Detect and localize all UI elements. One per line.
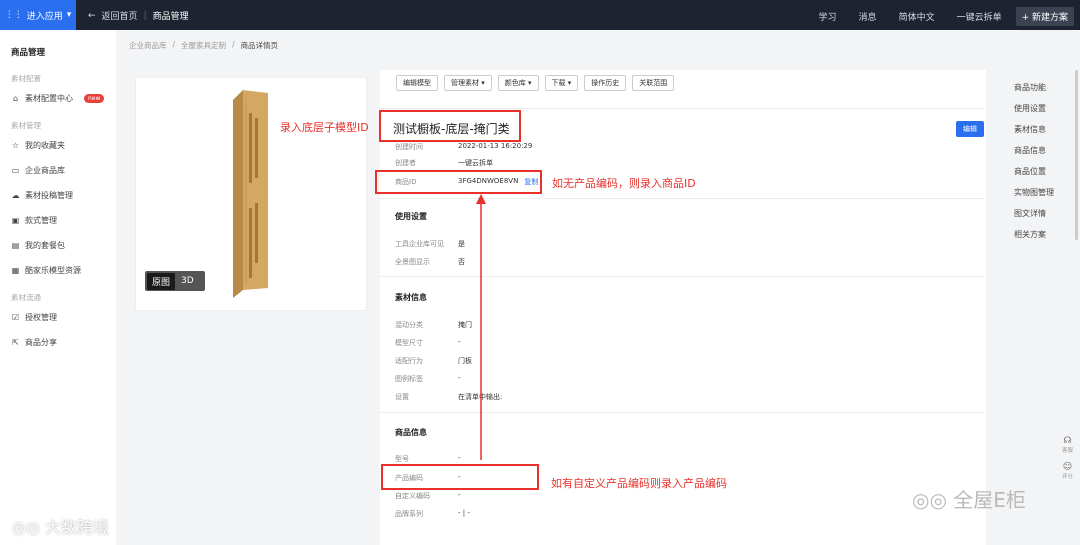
divider	[380, 412, 984, 413]
divider	[380, 108, 984, 109]
wechat-logo-icon: ◎◎	[912, 488, 947, 512]
breadcrumb-current: 商品详情页	[240, 41, 279, 50]
scrollbar[interactable]	[1075, 70, 1078, 240]
style-icon: ▣	[11, 216, 20, 225]
setting-row: 设置 在清单中输出:	[395, 393, 503, 401]
separator: |	[143, 10, 147, 21]
breadcrumb-item[interactable]: 企业商品库	[129, 40, 167, 51]
sidebar-item-submissions[interactable]: ☁ 素材投稿管理	[11, 190, 74, 201]
anchor-usage[interactable]: 使用设置	[1014, 103, 1054, 124]
annotation-box-id	[375, 170, 542, 194]
anchor-nav: 商品功能 使用设置 素材信息 商品信息 商品位置 实物图管理 图文详情 相关方案	[1014, 82, 1054, 250]
breadcrumb-item[interactable]: 全屋家具定制	[181, 40, 226, 51]
new-plan-button[interactable]: + 新建方案	[1015, 7, 1074, 26]
history-button[interactable]: 操作历史	[584, 75, 627, 91]
nav-language[interactable]: 简体中文	[899, 10, 935, 23]
home-icon: ⌂	[12, 94, 19, 103]
anchor-location[interactable]: 商品位置	[1014, 166, 1054, 187]
sidebar-title: 商品管理	[11, 48, 46, 58]
edit-model-button[interactable]: 编辑模型	[396, 75, 438, 91]
annotation-text-id: 如无产品编码，则录入商品ID	[552, 177, 696, 190]
chevron-down-icon: ▾	[66, 10, 72, 20]
support-float-button[interactable]: ☊ 客服	[1059, 436, 1076, 454]
anchor-details[interactable]: 图文详情	[1014, 208, 1054, 229]
library-icon: ▭	[11, 166, 20, 175]
section-usage: 使用设置	[395, 212, 427, 221]
anchor-product-function[interactable]: 商品功能	[1014, 82, 1054, 103]
anchor-product-info[interactable]: 商品信息	[1014, 145, 1054, 166]
edit-button[interactable]: 编辑	[956, 121, 984, 137]
cloud-icon: ☁	[11, 191, 20, 200]
top-bar: ⋮⋮ 进入应用 ▾ ← 返回首页 | 商品管理 学习 消息 简体中文 一键云拆单…	[0, 0, 1080, 30]
nav-messages[interactable]: 消息	[859, 10, 877, 23]
sidebar-item-share[interactable]: ⇱ 商品分享	[11, 337, 57, 348]
star-icon: ☆	[11, 141, 20, 150]
breadcrumb: 企业商品库 / 全屋家具定制 / 商品详情页	[129, 40, 279, 51]
created-time-row: 创建时间 2022-01-13 16:20:29	[395, 142, 533, 151]
sidebar: 商品管理 素材配置 ⌂ 素材配置中心 new 素材管理 ☆ 我的收藏夹 ▭ 企业…	[0, 30, 116, 545]
section-product: 商品信息	[395, 428, 427, 437]
section-material: 素材信息	[395, 293, 427, 302]
color-library-button[interactable]: 颜色库 ▾	[497, 75, 539, 91]
package-icon: ▤	[11, 241, 20, 250]
check-icon: ☑	[11, 313, 20, 322]
sidebar-group-manage: 素材管理	[11, 121, 41, 130]
manage-material-button[interactable]: 管理素材 ▾	[444, 75, 492, 91]
smile-icon: ☺	[1062, 462, 1073, 472]
nav-cloud-split[interactable]: 一键云拆单	[957, 10, 1002, 23]
anchor-photos[interactable]: 实物图管理	[1014, 187, 1054, 208]
new-badge: new	[84, 94, 105, 103]
sidebar-item-enterprise-library[interactable]: ▭ 企业商品库	[11, 165, 65, 176]
divider	[380, 198, 984, 199]
tag-row: 图例标签 -	[395, 374, 461, 383]
sidebar-item-config-center[interactable]: ⌂ 素材配置中心 new	[11, 93, 105, 104]
anchor-related[interactable]: 相关方案	[1014, 229, 1054, 250]
anchor-material[interactable]: 素材信息	[1014, 124, 1054, 145]
share-icon: ⇱	[12, 338, 19, 347]
sidebar-group-config: 素材配置	[11, 74, 41, 83]
wechat-logo-icon: ◎◎	[12, 518, 40, 537]
rating-float-button[interactable]: ☺ 评分	[1059, 462, 1076, 480]
category-row: 混动分类 掩门	[395, 321, 472, 329]
annotation-box-title	[379, 110, 521, 142]
behavior-row: 适配行为 门板	[395, 357, 472, 365]
sidebar-group-circulation: 素材流通	[11, 293, 41, 302]
3d-view-tab[interactable]: 3D	[175, 274, 200, 288]
visible-row: 工具企业库可见 是	[395, 240, 465, 248]
creator-row: 创建者 一键云拆单	[395, 159, 493, 167]
sidebar-item-packages[interactable]: ▤ 我的套餐包	[11, 240, 65, 251]
panorama-row: 全景图显示 否	[395, 258, 465, 266]
model-row: 型号 -	[395, 454, 461, 463]
size-row: 模型尺寸 -	[395, 338, 461, 347]
sidebar-item-authorization[interactable]: ☑ 授权管理	[11, 312, 57, 323]
nav-learn[interactable]: 学习	[819, 10, 837, 23]
toolbar: 编辑模型 管理素材 ▾ 颜色库 ▾ 下载 ▾ 操作历史 关联范围	[396, 75, 675, 91]
back-home-link[interactable]: 返回首页	[102, 9, 138, 22]
sidebar-item-favorites[interactable]: ☆ 我的收藏夹	[11, 140, 65, 151]
watermark-left: ◎◎ 大数跨境	[12, 518, 110, 537]
grid-icon: ⋮⋮	[4, 10, 23, 20]
original-view-tab[interactable]: 原图	[147, 272, 176, 290]
brand-row: 品牌系列 - | -	[395, 509, 470, 518]
annotation-box-code	[381, 464, 539, 490]
enter-app-button[interactable]: ⋮⋮ 进入应用 ▾	[0, 0, 76, 30]
headset-icon: ☊	[1063, 436, 1072, 446]
divider	[380, 276, 984, 277]
model-icon: ▦	[11, 266, 20, 275]
back-arrow-icon[interactable]: ←	[88, 11, 96, 21]
current-section: 商品管理	[152, 12, 189, 22]
watermark-right: ◎◎ 全屋E柜	[912, 488, 1026, 512]
sidebar-item-styles[interactable]: ▣ 款式管理	[11, 215, 57, 226]
related-range-button[interactable]: 关联范围	[632, 75, 675, 91]
annotation-text-title: 录入底层子模型ID	[280, 121, 369, 134]
annotation-text-code: 如有自定义产品编码则录入产品编码	[551, 477, 727, 490]
view-toggle[interactable]: 原图 3D	[145, 271, 205, 291]
custom-code-row: 自定义编码 -	[395, 491, 461, 500]
sidebar-item-model-resources[interactable]: ▦ 酷家乐模型资源	[11, 265, 81, 276]
download-button[interactable]: 下载 ▾	[544, 75, 579, 91]
